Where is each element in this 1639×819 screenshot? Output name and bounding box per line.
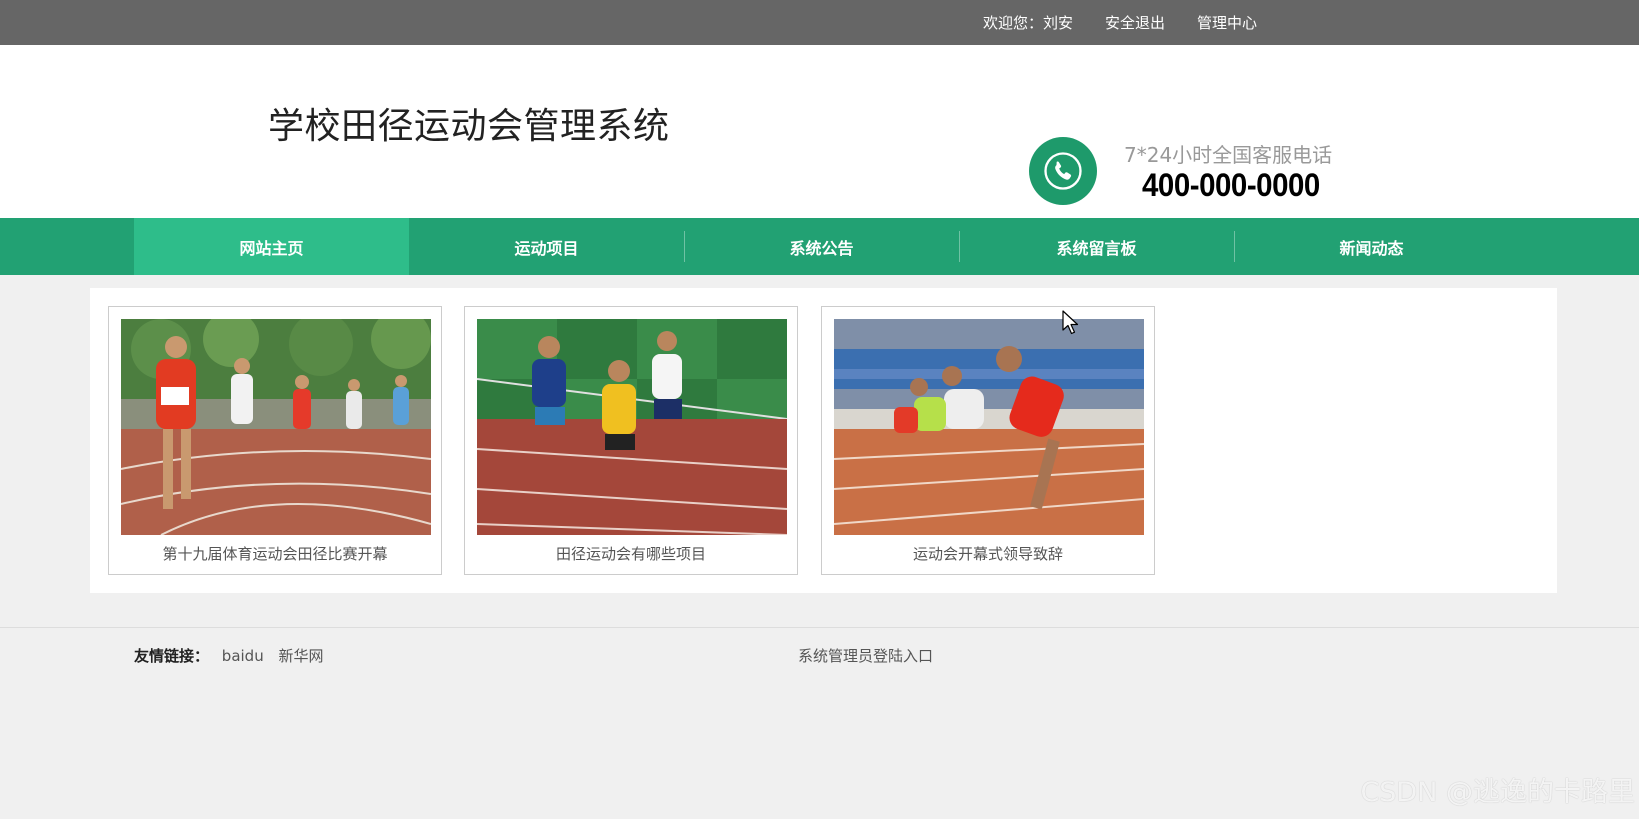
friend-links-label: 友情链接： [134, 647, 210, 665]
phone-icon [1029, 137, 1097, 205]
site-title: 学校田径运动会管理系统 [268, 106, 670, 147]
news-card[interactable]: 第十九届体育运动会田径比赛开幕 [108, 306, 442, 575]
news-caption[interactable]: 运动会开幕式领导致辞 [822, 543, 1154, 564]
site-header: 学校田径运动会管理系统 7*24小时全国客服电话 400-000-0000 [0, 45, 1639, 218]
nav-item-announcements[interactable]: 系统公告 [684, 218, 959, 275]
nav-item-events[interactable]: 运动项目 [409, 218, 684, 275]
friend-links: 友情链接： baidu 新华网 [134, 645, 334, 666]
nav-item-message-board[interactable]: 系统留言板 [959, 218, 1234, 275]
news-caption[interactable]: 第十九届体育运动会田径比赛开幕 [109, 543, 441, 564]
top-links: 欢迎您：刘安 安全退出 管理中心 [983, 0, 1289, 45]
top-bar: 欢迎您：刘安 安全退出 管理中心 [0, 0, 1639, 45]
news-card[interactable]: 田径运动会有哪些项目 [464, 306, 798, 575]
news-card[interactable]: 运动会开幕式领导致辞 [821, 306, 1155, 575]
mouse-cursor-icon [1062, 310, 1080, 340]
news-panel: 第十九届体育运动会田径比赛开幕 田径运动会有哪些项目 运动会开幕式领导致辞 [90, 288, 1557, 593]
welcome-text: 欢迎您：刘安 [983, 14, 1074, 32]
watermark: CSDN @逃逸的卡路里 [1360, 777, 1635, 808]
nav-item-news[interactable]: 新闻动态 [1234, 218, 1509, 275]
friend-link-baidu[interactable]: baidu [222, 647, 264, 665]
news-image-sprint[interactable] [477, 319, 787, 535]
main-nav: 网站主页 运动项目 系统公告 系统留言板 新闻动态 [0, 218, 1639, 275]
service-phone: 400-000-0000 [1142, 167, 1320, 203]
service-label: 7*24小时全国客服电话 [1124, 143, 1333, 167]
nav-item-home[interactable]: 网站主页 [134, 218, 409, 275]
friend-link-xinhua[interactable]: 新华网 [279, 647, 324, 665]
news-image-track-race[interactable] [121, 319, 431, 535]
news-caption[interactable]: 田径运动会有哪些项目 [465, 543, 797, 564]
logout-link[interactable]: 安全退出 [1105, 12, 1165, 33]
admin-login-link[interactable]: 系统管理员登陆入口 [798, 645, 933, 666]
nav-items: 网站主页 运动项目 系统公告 系统留言板 新闻动态 [134, 218, 1509, 275]
news-image-start[interactable] [834, 319, 1144, 535]
admin-center-link[interactable]: 管理中心 [1197, 12, 1257, 33]
